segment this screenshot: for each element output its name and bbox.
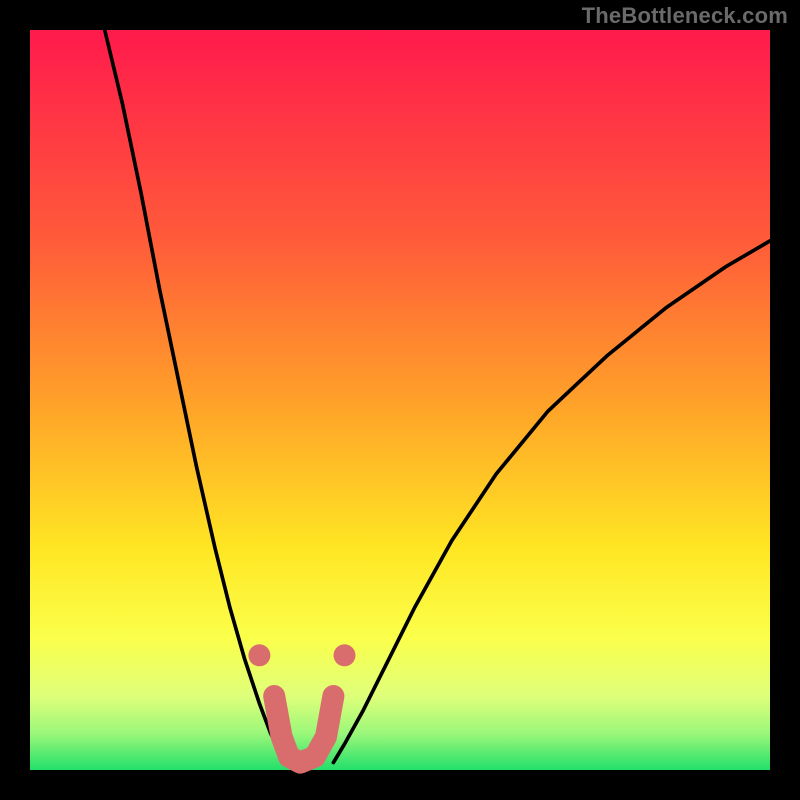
plot-area bbox=[30, 30, 770, 770]
valley-dot-left bbox=[248, 644, 270, 666]
bottleneck-chart bbox=[0, 0, 800, 800]
chart-stage: TheBottleneck.com bbox=[0, 0, 800, 800]
valley-dot-right bbox=[334, 644, 356, 666]
